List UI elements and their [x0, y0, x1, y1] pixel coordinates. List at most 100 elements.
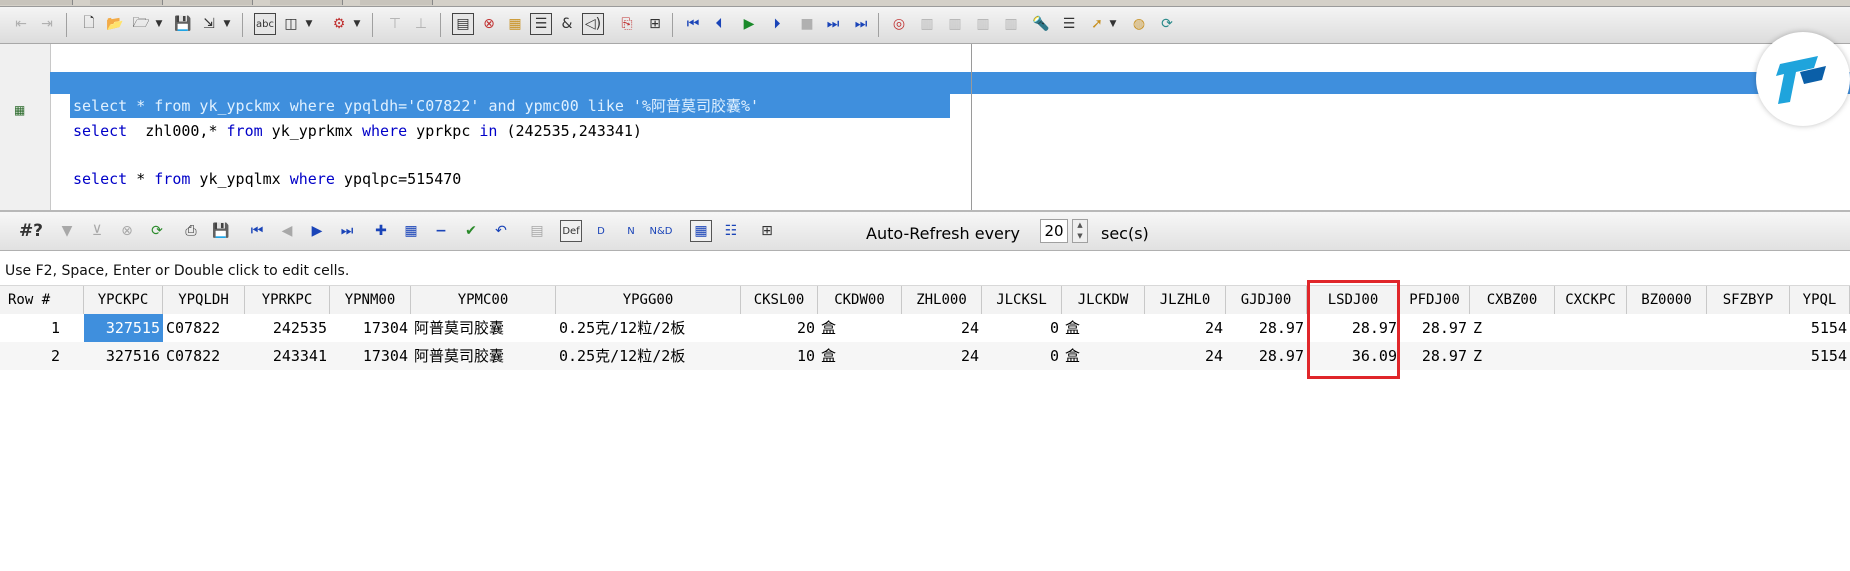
- dropdown-icon[interactable]: ▼: [1106, 13, 1120, 35]
- filter-clear-icon[interactable]: ⊻: [86, 220, 108, 242]
- table-cell[interactable]: 盒: [1062, 342, 1145, 370]
- column-header[interactable]: BZ0000: [1627, 286, 1707, 314]
- column-header[interactable]: YPRKPC: [245, 286, 330, 314]
- disabled-icon[interactable]: ▥: [916, 13, 938, 35]
- table-cell[interactable]: [1707, 342, 1790, 370]
- filter-icon[interactable]: ⊤: [384, 13, 406, 35]
- table-cell[interactable]: 盒: [818, 314, 902, 342]
- step-icon[interactable]: ⏵: [766, 13, 788, 35]
- table-cell[interactable]: 24: [902, 342, 982, 370]
- target-icon[interactable]: ◎: [888, 13, 910, 35]
- table-cell[interactable]: Z: [1470, 314, 1555, 342]
- table-cell[interactable]: 327516: [84, 342, 163, 370]
- column-header[interactable]: JLCKSL: [982, 286, 1062, 314]
- db-tools-icon[interactable]: ⚙: [328, 13, 350, 35]
- n-mode-icon[interactable]: N: [620, 220, 642, 242]
- table-cell[interactable]: 0: [982, 342, 1062, 370]
- indent-icon[interactable]: ⇤: [10, 13, 32, 35]
- dropdown-icon[interactable]: ▼: [220, 13, 234, 35]
- outdent-icon[interactable]: ⇥: [36, 13, 58, 35]
- table-cell[interactable]: 5154: [1790, 314, 1850, 342]
- column-header[interactable]: YPMC00: [411, 286, 556, 314]
- column-header[interactable]: CKSL00: [741, 286, 818, 314]
- play-icon[interactable]: ▶: [738, 13, 760, 35]
- table-cell[interactable]: 28.97: [1226, 314, 1307, 342]
- insert-record-icon[interactable]: ✚: [370, 220, 392, 242]
- d-mode-icon[interactable]: D: [590, 220, 612, 242]
- column-header[interactable]: YPCKPC: [84, 286, 163, 314]
- refresh-icon[interactable]: ⟳: [146, 220, 168, 242]
- table-cell[interactable]: C07822: [163, 342, 245, 370]
- table-row[interactable]: 1 327515 C07822 242535 17304 阿普莫司胶囊 0.25克/12粒/…: [0, 314, 1850, 342]
- post-edit-icon[interactable]: ✔: [460, 220, 482, 242]
- auto-refresh-spinner[interactable]: ▲ ▼: [1072, 219, 1088, 243]
- dropdown-icon[interactable]: ▼: [350, 13, 364, 35]
- disabled-icon[interactable]: ▥: [1000, 13, 1022, 35]
- open-folder-icon[interactable]: 📂: [104, 13, 126, 35]
- table-cell[interactable]: [1555, 314, 1627, 342]
- column-header[interactable]: CXCKPC: [1555, 286, 1627, 314]
- new-document-icon[interactable]: 🗋: [78, 13, 100, 35]
- nd-mode-icon[interactable]: N&D: [650, 220, 673, 242]
- table-cell[interactable]: [1707, 314, 1790, 342]
- column-header[interactable]: YPQL: [1790, 286, 1850, 314]
- column-header[interactable]: YPNM00: [330, 286, 411, 314]
- table-icon[interactable]: ▦: [504, 13, 526, 35]
- table-cell[interactable]: 242535: [245, 314, 330, 342]
- print-icon[interactable]: ⎙: [180, 220, 202, 242]
- insert-grid-icon[interactable]: ▦: [400, 220, 422, 242]
- record-view-icon[interactable]: ☷: [720, 220, 742, 242]
- column-header[interactable]: PFDJ00: [1400, 286, 1470, 314]
- first-icon[interactable]: ⏮: [682, 13, 704, 35]
- table-cell[interactable]: 盒: [818, 342, 902, 370]
- next-icon[interactable]: ⏭: [822, 13, 844, 35]
- next-record-icon[interactable]: ▶: [306, 220, 328, 242]
- tab[interactable]: [90, 0, 163, 5]
- ampersand-icon[interactable]: &: [556, 13, 578, 35]
- stop-icon[interactable]: ■: [796, 13, 818, 35]
- column-header[interactable]: CXBZ00: [1470, 286, 1555, 314]
- save-icon[interactable]: 💾: [172, 13, 194, 35]
- table-cell[interactable]: 阿普莫司胶囊: [411, 342, 556, 370]
- tab[interactable]: [180, 0, 253, 5]
- tab[interactable]: [270, 0, 343, 5]
- prev-icon[interactable]: ⏴: [708, 13, 730, 35]
- last-record-icon[interactable]: ⏭: [336, 220, 358, 242]
- table-cell[interactable]: 24: [1145, 342, 1226, 370]
- default-value-icon[interactable]: Def: [560, 220, 582, 242]
- table-cell[interactable]: Z: [1470, 342, 1555, 370]
- table-cell[interactable]: [1627, 342, 1707, 370]
- clear-icon[interactable]: ▤: [526, 220, 548, 242]
- flashlight-icon[interactable]: 🔦: [1030, 13, 1052, 35]
- table-cell[interactable]: 327515: [84, 314, 163, 342]
- table-cell[interactable]: 243341: [245, 342, 330, 370]
- table-cell[interactable]: 5154: [1790, 342, 1850, 370]
- globe-icon[interactable]: ◍: [1128, 13, 1150, 35]
- table-cell[interactable]: 17304: [330, 314, 411, 342]
- column-header[interactable]: YPGG00: [556, 286, 741, 314]
- column-header[interactable]: CKDW00: [818, 286, 902, 314]
- table-cell[interactable]: 阿普莫司胶囊: [411, 314, 556, 342]
- grid-view-icon[interactable]: ▦: [690, 220, 712, 242]
- table-cell[interactable]: 10: [741, 342, 818, 370]
- table-cell[interactable]: 28.97: [1400, 314, 1470, 342]
- tab[interactable]: [360, 0, 433, 5]
- column-header[interactable]: Row #: [0, 286, 84, 314]
- query-info-button[interactable]: #?: [14, 220, 48, 242]
- table-cell[interactable]: 0: [982, 314, 1062, 342]
- grid-icon[interactable]: ⊞: [644, 13, 666, 35]
- disabled-icon[interactable]: ▥: [972, 13, 994, 35]
- open-folder-icon[interactable]: 🗁: [130, 13, 152, 35]
- table-cell[interactable]: 28.97: [1226, 342, 1307, 370]
- tab[interactable]: [0, 0, 73, 5]
- table-cell[interactable]: 28.97: [1400, 342, 1470, 370]
- prev-record-icon[interactable]: ◀: [276, 220, 298, 242]
- dropdown-icon[interactable]: ▼: [152, 13, 166, 35]
- column-header[interactable]: JLCKDW: [1062, 286, 1145, 314]
- table-cell[interactable]: C07822: [163, 314, 245, 342]
- auto-refresh-input[interactable]: 20: [1040, 219, 1068, 243]
- sql-line[interactable]: select * from yk_ypqlmx where ypqlpc=515…: [73, 168, 461, 190]
- form-icon[interactable]: ▤: [452, 13, 474, 35]
- cancel-edit-icon[interactable]: ↶: [490, 220, 512, 242]
- table-cell[interactable]: 0.25克/12粒/2板: [556, 314, 741, 342]
